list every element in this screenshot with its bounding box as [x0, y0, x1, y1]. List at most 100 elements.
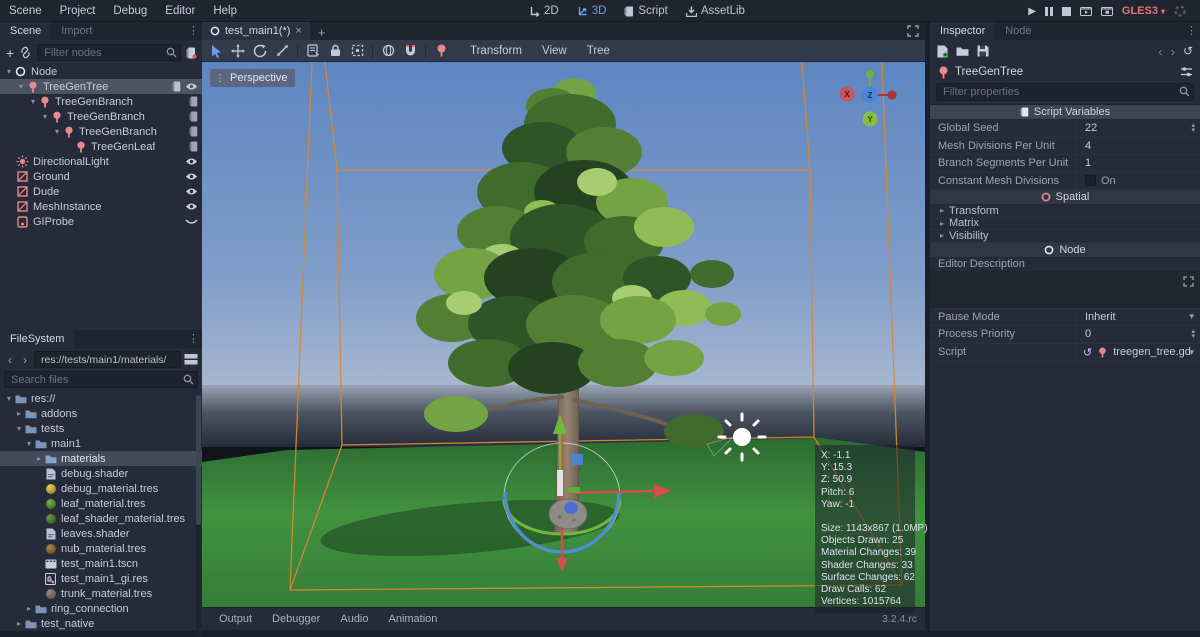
- eye-open-icon[interactable]: [185, 157, 198, 166]
- close-icon[interactable]: ×: [295, 25, 301, 37]
- menu-help[interactable]: Help: [204, 5, 246, 17]
- fs-item-nub-material[interactable]: nub_material.tres: [0, 541, 202, 556]
- fs-item-test-native[interactable]: ▸ test_native: [0, 616, 202, 631]
- spinner-arrows-icon[interactable]: ▴▾: [1191, 123, 1195, 133]
- nav-back-icon[interactable]: ‹: [4, 353, 16, 367]
- menu-scene[interactable]: Scene: [0, 5, 51, 17]
- eye-open-icon[interactable]: [185, 82, 198, 91]
- current-path-field[interactable]: [34, 351, 181, 368]
- attach-script-button[interactable]: [186, 47, 197, 59]
- script-badge-icon[interactable]: [189, 111, 198, 122]
- debugger-panel-button[interactable]: Debugger: [263, 611, 329, 627]
- scrollbar[interactable]: [196, 395, 201, 637]
- fs-item-res[interactable]: ▾ res://: [0, 391, 202, 406]
- script-badge-icon[interactable]: [189, 141, 198, 152]
- load-resource-icon[interactable]: [956, 46, 969, 57]
- tab-scene[interactable]: Scene: [0, 22, 51, 40]
- script-badge-icon[interactable]: [172, 81, 181, 92]
- extra-options-icon[interactable]: [1180, 66, 1193, 78]
- list-select-button[interactable]: [303, 42, 323, 60]
- mesh-divisions-field[interactable]: 4: [1076, 138, 1200, 155]
- fs-item-test-main1-tscn[interactable]: test_main1.tscn: [0, 556, 202, 571]
- local-space-button[interactable]: [378, 42, 398, 60]
- search-files-input[interactable]: [4, 371, 198, 388]
- fs-item-ring-connection[interactable]: ▸ ring_connection: [0, 601, 202, 616]
- eye-open-icon[interactable]: [185, 202, 198, 211]
- dock-menu-icon[interactable]: ⋮: [188, 332, 199, 345]
- view-menu[interactable]: View: [533, 45, 576, 57]
- treegen-plugin-button[interactable]: [431, 42, 451, 60]
- rotate-tool-button[interactable]: [250, 42, 270, 60]
- global-seed-field[interactable]: 22▴▾: [1076, 120, 1200, 137]
- category-node[interactable]: Node: [930, 243, 1200, 258]
- fs-item-debug-shader[interactable]: debug.shader: [0, 466, 202, 481]
- fs-item-test-main1-gi-res[interactable]: test_main1_gi.res: [0, 571, 202, 586]
- audio-panel-button[interactable]: Audio: [331, 611, 377, 627]
- new-resource-icon[interactable]: [937, 45, 948, 58]
- menu-project[interactable]: Project: [51, 5, 105, 17]
- split-view-icon[interactable]: [184, 353, 198, 366]
- perspective-menu-button[interactable]: ⋮ Perspective: [210, 69, 295, 87]
- checkbox[interactable]: [1085, 175, 1096, 186]
- scene-node-treegenleaf[interactable]: TreeGenLeaf: [0, 139, 202, 154]
- fs-item-leaves-shader[interactable]: leaves.shader: [0, 526, 202, 541]
- script-badge-icon[interactable]: [189, 96, 198, 107]
- transform-menu[interactable]: Transform: [461, 45, 531, 57]
- fs-item-leaf-material[interactable]: leaf_material.tres: [0, 496, 202, 511]
- fs-item-leaf-shader-material[interactable]: leaf_shader_material.tres: [0, 511, 202, 526]
- 3d-viewport[interactable]: X Z Y ⋮ Perspective X: -1.1 Y: 15.3 Z: 5…: [202, 62, 925, 607]
- process-priority-field[interactable]: 0▴▾: [1076, 326, 1200, 343]
- eye-open-icon[interactable]: [185, 172, 198, 181]
- revert-icon[interactable]: ↺: [1083, 346, 1092, 359]
- animation-panel-button[interactable]: Animation: [380, 611, 447, 627]
- scene-node-treegentree[interactable]: ▾ TreeGenTree: [0, 79, 202, 94]
- pause-button[interactable]: [1045, 7, 1053, 16]
- script-badge-icon[interactable]: [189, 126, 198, 137]
- filter-properties-input[interactable]: [936, 83, 1194, 101]
- output-panel-button[interactable]: Output: [210, 611, 261, 627]
- play-button[interactable]: ▶: [1028, 6, 1036, 17]
- dock-menu-icon[interactable]: ⋮: [1186, 24, 1197, 37]
- scene-node-giprobe[interactable]: GIProbe: [0, 214, 202, 229]
- nav-forward-icon[interactable]: ›: [19, 353, 31, 367]
- eye-closed-icon[interactable]: [185, 218, 198, 226]
- fs-item-materials[interactable]: ▸ materials: [0, 451, 202, 466]
- scene-node-directionallight[interactable]: DirectionalLight: [0, 154, 202, 169]
- object-history-icon[interactable]: ↺: [1183, 44, 1193, 58]
- dock-menu-icon[interactable]: ⋮: [188, 24, 199, 37]
- stop-button[interactable]: [1062, 7, 1071, 16]
- scene-node-treegenbranch-1[interactable]: ▾ TreeGenBranch: [0, 94, 202, 109]
- save-resource-icon[interactable]: [977, 45, 989, 57]
- fs-item-main1[interactable]: ▾ main1: [0, 436, 202, 451]
- workspace-3d[interactable]: 3D: [570, 5, 614, 17]
- lock-button[interactable]: [325, 42, 345, 60]
- scene-node-treegenbranch-2[interactable]: ▾ TreeGenBranch: [0, 109, 202, 124]
- renderer-dropdown[interactable]: GLES3▾: [1122, 5, 1165, 17]
- fs-item-trunk-material[interactable]: trunk_material.tres: [0, 586, 202, 601]
- tab-import[interactable]: Import: [51, 22, 102, 40]
- scale-tool-button[interactable]: [272, 42, 292, 60]
- category-script-variables[interactable]: Script Variables: [930, 105, 1200, 120]
- add-node-button[interactable]: +: [6, 48, 14, 58]
- spinner-arrows-icon[interactable]: ▴▾: [1191, 329, 1195, 339]
- tab-filesystem[interactable]: FileSystem: [0, 330, 74, 348]
- move-tool-button[interactable]: [228, 42, 248, 60]
- branch-segments-field[interactable]: 1: [1076, 155, 1200, 172]
- scene-node-dude[interactable]: Dude: [0, 184, 202, 199]
- group-matrix[interactable]: ▸Matrix: [930, 218, 1200, 231]
- fs-item-tests[interactable]: ▾ tests: [0, 421, 202, 436]
- scene-node-ground[interactable]: Ground: [0, 169, 202, 184]
- scene-node-meshinstance[interactable]: MeshInstance: [0, 199, 202, 214]
- select-tool-button[interactable]: [206, 42, 226, 60]
- tab-node[interactable]: Node: [995, 22, 1041, 40]
- scene-node-root[interactable]: ▾ Node: [0, 64, 202, 79]
- scene-tab-test-main1[interactable]: test_main1(*) ×: [202, 22, 310, 40]
- history-back-icon[interactable]: ‹: [1158, 44, 1162, 59]
- menu-debug[interactable]: Debug: [104, 5, 156, 17]
- expand-icon[interactable]: [1183, 276, 1194, 287]
- fs-item-addons[interactable]: ▸ addons: [0, 406, 202, 421]
- workspace-script[interactable]: Script: [617, 5, 674, 17]
- group-button[interactable]: [347, 42, 367, 60]
- group-transform[interactable]: ▸Transform: [930, 205, 1200, 218]
- menu-editor[interactable]: Editor: [156, 5, 204, 17]
